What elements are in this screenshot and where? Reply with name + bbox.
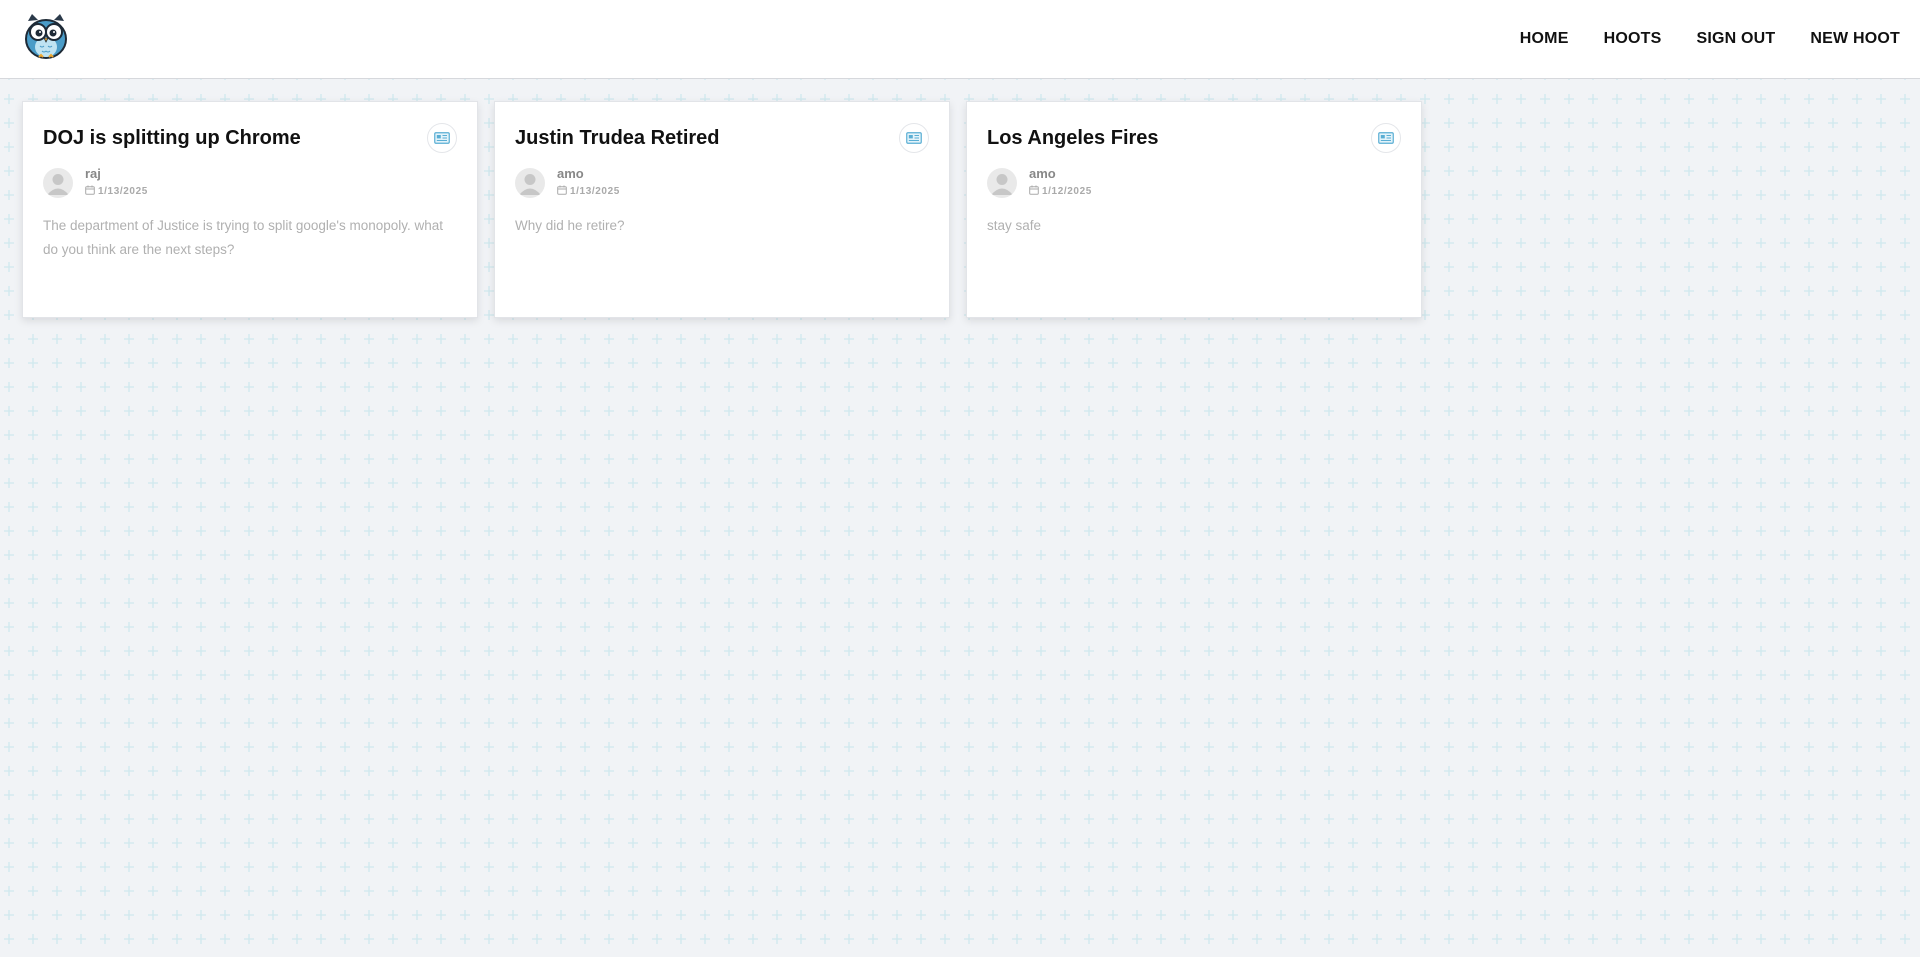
avatar bbox=[515, 168, 545, 198]
author-name: raj bbox=[85, 166, 101, 181]
author-name: amo bbox=[557, 166, 584, 181]
avatar bbox=[987, 168, 1017, 198]
hoot-text: Why did he retire? bbox=[515, 218, 625, 233]
main-nav: HOME HOOTS SIGN OUT NEW HOOT bbox=[1520, 0, 1900, 78]
avatar bbox=[43, 168, 73, 198]
author-row: raj 1/13/2025 bbox=[43, 166, 148, 200]
hoot-title: Justin Trudea Retired bbox=[515, 127, 720, 149]
hoot-text: The department of Justice is trying to s… bbox=[43, 218, 444, 257]
news-icon bbox=[427, 123, 457, 153]
top-navbar: HOME HOOTS SIGN OUT NEW HOOT bbox=[0, 0, 1920, 79]
hoot-title: DOJ is splitting up Chrome bbox=[43, 127, 301, 149]
news-icon bbox=[899, 123, 929, 153]
author-info: raj 1/13/2025 bbox=[85, 166, 148, 200]
hoot-title: Los Angeles Fires bbox=[987, 127, 1159, 149]
hoot-list: DOJ is splitting up Chrome raj 1/13/2025… bbox=[22, 101, 1422, 318]
date-text: 1/13/2025 bbox=[570, 185, 620, 197]
author-row: amo 1/12/2025 bbox=[987, 166, 1092, 200]
date-text: 1/12/2025 bbox=[1042, 185, 1092, 197]
nav-new-hoot-link[interactable]: NEW HOOT bbox=[1810, 30, 1900, 48]
author-info: amo 1/12/2025 bbox=[1029, 166, 1092, 200]
date-text: 1/13/2025 bbox=[98, 185, 148, 197]
calendar-icon bbox=[557, 182, 567, 200]
post-date: 1/12/2025 bbox=[1029, 182, 1092, 200]
hoot-card[interactable]: Justin Trudea Retired amo 1/13/2025 Why … bbox=[494, 101, 950, 318]
nav-hoots-link[interactable]: HOOTS bbox=[1604, 30, 1662, 48]
hoot-card[interactable]: Los Angeles Fires amo 1/12/2025 stay saf… bbox=[966, 101, 1422, 318]
author-row: amo 1/13/2025 bbox=[515, 166, 620, 200]
hoot-card[interactable]: DOJ is splitting up Chrome raj 1/13/2025… bbox=[22, 101, 478, 318]
post-date: 1/13/2025 bbox=[557, 182, 620, 200]
author-info: amo 1/13/2025 bbox=[557, 166, 620, 200]
author-name: amo bbox=[1029, 166, 1056, 181]
nav-sign-out-link[interactable]: SIGN OUT bbox=[1696, 30, 1775, 48]
calendar-icon bbox=[1029, 182, 1039, 200]
nav-home-link[interactable]: HOME bbox=[1520, 30, 1569, 48]
post-date: 1/13/2025 bbox=[85, 182, 148, 200]
calendar-icon bbox=[85, 182, 95, 200]
hoot-text: stay safe bbox=[987, 218, 1042, 233]
news-icon bbox=[1371, 123, 1401, 153]
owl-logo-icon[interactable] bbox=[22, 13, 70, 59]
